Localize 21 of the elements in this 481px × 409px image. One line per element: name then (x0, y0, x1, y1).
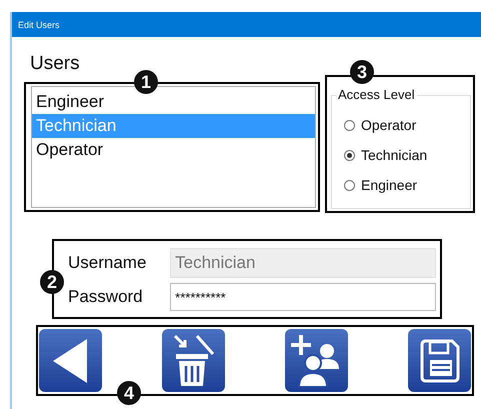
list-item[interactable]: Operator (32, 138, 315, 162)
radio-button[interactable] (344, 120, 355, 130)
radio-button[interactable] (344, 150, 355, 160)
radio-label: Technician (361, 147, 428, 163)
field-label: Password (68, 287, 144, 307)
callout-number: 4 (117, 381, 141, 405)
window-title: Edit Users (18, 20, 60, 30)
field-label: Username (68, 253, 148, 273)
callout-number: 1 (134, 70, 158, 94)
radio-label: Operator (361, 117, 416, 133)
radio-button[interactable] (344, 180, 355, 190)
back-button[interactable] (39, 329, 102, 392)
radio-label: Engineer (361, 177, 418, 193)
callout-number: 2 (40, 270, 64, 294)
delete-button[interactable] (162, 329, 225, 392)
users-heading: Users (30, 53, 80, 75)
input-field[interactable]: ********** (170, 283, 436, 311)
add-user-button[interactable] (285, 329, 348, 392)
callout-number: 3 (350, 60, 374, 84)
group-title: Access Level (336, 87, 417, 102)
save-button[interactable] (408, 329, 471, 392)
